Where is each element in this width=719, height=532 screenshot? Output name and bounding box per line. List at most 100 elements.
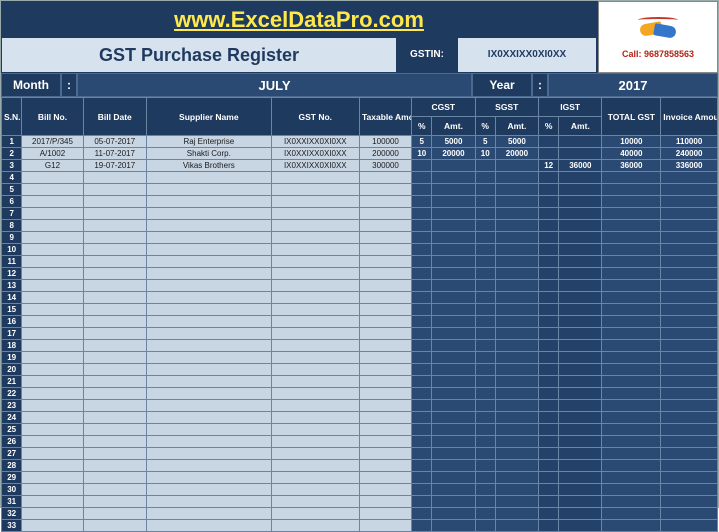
cell[interactable] (432, 448, 475, 460)
cell[interactable] (22, 388, 83, 400)
cell[interactable] (495, 244, 538, 256)
cell[interactable] (538, 388, 558, 400)
cell[interactable] (271, 520, 359, 532)
cell[interactable] (559, 436, 602, 448)
cell[interactable] (661, 268, 718, 280)
cell[interactable] (83, 208, 146, 220)
cell[interactable] (83, 352, 146, 364)
table-row[interactable]: 2A/100211-07-2017Shakti Corp.IX0XXIXX0XI… (2, 148, 718, 160)
cell[interactable] (22, 376, 83, 388)
cell[interactable]: 26 (2, 436, 22, 448)
cell[interactable]: 28 (2, 460, 22, 472)
cell[interactable] (475, 484, 495, 496)
cell[interactable] (271, 388, 359, 400)
cell[interactable] (559, 352, 602, 364)
cell[interactable] (359, 472, 411, 484)
cell[interactable] (538, 340, 558, 352)
cell[interactable] (538, 328, 558, 340)
cell[interactable]: 5 (475, 136, 495, 148)
cell[interactable] (432, 460, 475, 472)
cell[interactable]: 8 (2, 220, 22, 232)
cell[interactable] (495, 400, 538, 412)
cell[interactable] (432, 232, 475, 244)
cell[interactable] (661, 220, 718, 232)
cell[interactable]: 200000 (359, 148, 411, 160)
cell[interactable] (359, 304, 411, 316)
cell[interactable]: 10 (2, 244, 22, 256)
cell[interactable] (22, 436, 83, 448)
cell[interactable] (22, 424, 83, 436)
cell[interactable] (432, 364, 475, 376)
cell[interactable] (83, 304, 146, 316)
cell[interactable] (22, 172, 83, 184)
cell[interactable] (83, 484, 146, 496)
cell[interactable] (559, 280, 602, 292)
cell[interactable] (432, 244, 475, 256)
cell[interactable] (412, 472, 432, 484)
cell[interactable] (147, 280, 272, 292)
cell[interactable] (147, 448, 272, 460)
cell[interactable] (602, 244, 661, 256)
cell[interactable] (661, 496, 718, 508)
cell[interactable]: 36000 (559, 160, 602, 172)
cell[interactable] (602, 328, 661, 340)
cell[interactable] (495, 196, 538, 208)
cell[interactable]: 110000 (661, 136, 718, 148)
cell[interactable] (475, 364, 495, 376)
cell[interactable] (602, 364, 661, 376)
cell[interactable] (602, 424, 661, 436)
cell[interactable] (271, 376, 359, 388)
table-row[interactable]: 32 (2, 508, 718, 520)
cell[interactable] (432, 172, 475, 184)
cell[interactable] (22, 256, 83, 268)
cell[interactable] (83, 340, 146, 352)
cell[interactable]: 40000 (602, 148, 661, 160)
cell[interactable] (412, 436, 432, 448)
cell[interactable] (559, 316, 602, 328)
cell[interactable] (661, 328, 718, 340)
cell[interactable] (412, 232, 432, 244)
cell[interactable] (83, 172, 146, 184)
cell[interactable]: 10 (412, 148, 432, 160)
cell[interactable] (602, 184, 661, 196)
cell[interactable] (147, 220, 272, 232)
cell[interactable]: 05-07-2017 (83, 136, 146, 148)
cell[interactable] (359, 280, 411, 292)
cell[interactable] (22, 280, 83, 292)
cell[interactable] (271, 472, 359, 484)
cell[interactable] (359, 376, 411, 388)
cell[interactable] (538, 256, 558, 268)
cell[interactable] (475, 460, 495, 472)
cell[interactable] (271, 196, 359, 208)
table-row[interactable]: 3G1219-07-2017Vikas BrothersIX0XXIXX0XI0… (2, 160, 718, 172)
cell[interactable] (147, 352, 272, 364)
cell[interactable] (432, 484, 475, 496)
cell[interactable] (495, 292, 538, 304)
cell[interactable] (538, 352, 558, 364)
cell[interactable] (559, 208, 602, 220)
cell[interactable] (495, 304, 538, 316)
cell[interactable]: 4 (2, 172, 22, 184)
cell[interactable] (495, 160, 538, 172)
cell[interactable] (83, 220, 146, 232)
cell[interactable] (412, 196, 432, 208)
cell[interactable] (475, 376, 495, 388)
cell[interactable] (271, 436, 359, 448)
cell[interactable] (147, 508, 272, 520)
cell[interactable] (602, 484, 661, 496)
cell[interactable] (538, 508, 558, 520)
cell[interactable] (412, 316, 432, 328)
cell[interactable] (83, 496, 146, 508)
cell[interactable] (359, 172, 411, 184)
cell[interactable] (432, 400, 475, 412)
cell[interactable]: 19 (2, 352, 22, 364)
cell[interactable] (83, 520, 146, 532)
cell[interactable] (412, 388, 432, 400)
cell[interactable] (538, 484, 558, 496)
cell[interactable] (559, 244, 602, 256)
cell[interactable] (147, 244, 272, 256)
cell[interactable] (22, 304, 83, 316)
cell[interactable] (412, 304, 432, 316)
cell[interactable] (495, 352, 538, 364)
cell[interactable] (147, 256, 272, 268)
